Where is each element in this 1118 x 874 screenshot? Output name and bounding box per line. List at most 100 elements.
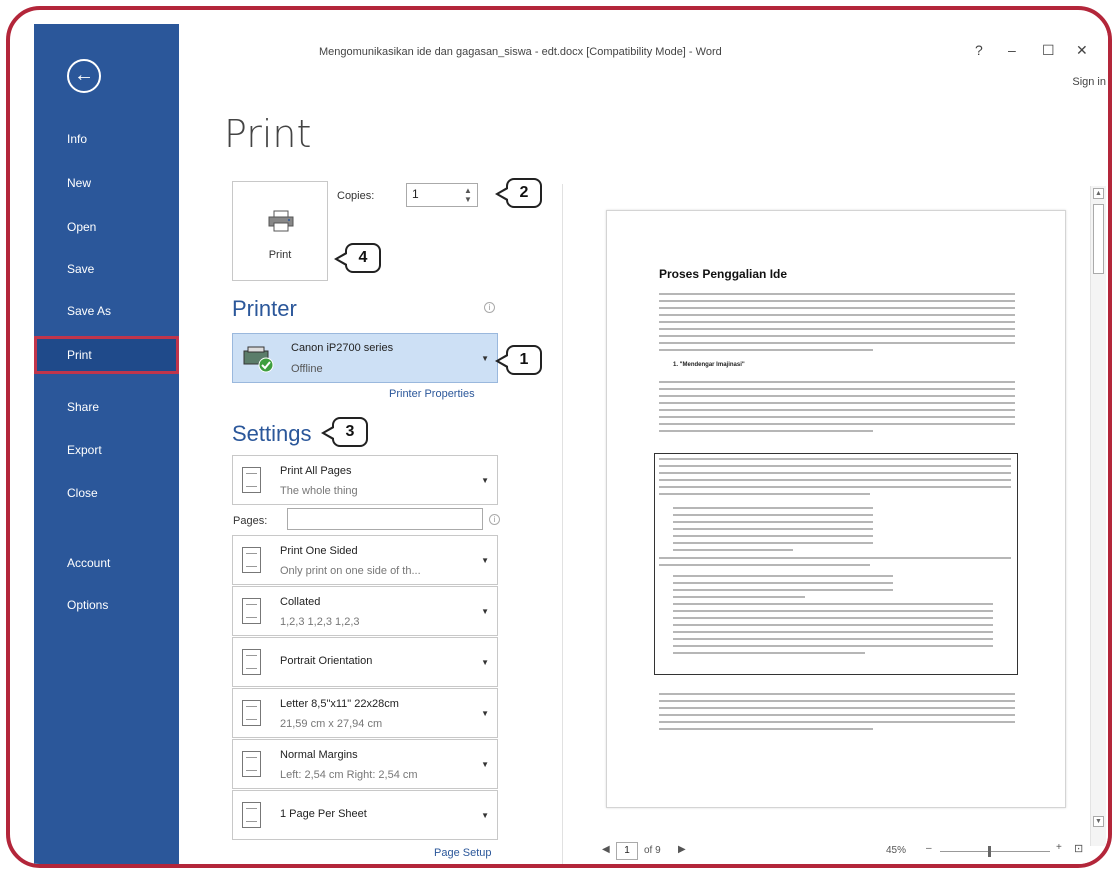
chevron-down-icon: ▼ [481, 709, 489, 718]
doc-text-line [659, 321, 1015, 323]
setting-title: Letter 8,5"x11" 22x28cm [280, 698, 399, 710]
callout-4: 4 [334, 243, 381, 273]
margins-icon [242, 751, 261, 777]
page-title: Print [224, 112, 312, 156]
page-setup-link[interactable]: Page Setup [434, 847, 492, 859]
zoom-to-page-icon[interactable]: ⊡ [1074, 842, 1083, 855]
setting-subtitle: 1,2,3 1,2,3 1,2,3 [280, 616, 360, 628]
page-number-input[interactable]: 1 [616, 842, 638, 860]
title-bar: Mengomunikasikan ide dan gagasan_siswa -… [179, 24, 1108, 64]
setting-title: Portrait Orientation [280, 655, 373, 667]
sidebar-item-export[interactable]: Export [34, 431, 179, 469]
copies-spinner[interactable]: ▲ ▼ [464, 186, 472, 204]
printer-dropdown[interactable]: Canon iP2700 series Offline ▼ [232, 333, 498, 383]
callout-3: 3 [321, 417, 368, 447]
previous-page-icon[interactable]: ◀ [602, 844, 610, 855]
doc-bordered-box [654, 453, 1018, 675]
sidebar-item-open[interactable]: Open [34, 208, 179, 246]
doc-text-line [659, 693, 1015, 695]
chevron-down-icon: ▼ [481, 760, 489, 769]
chevron-down-icon: ▼ [481, 658, 489, 667]
close-button[interactable]: ✕ [1076, 42, 1088, 59]
sidebar-item-options[interactable]: Options [34, 586, 179, 624]
chevron-down-icon: ▼ [481, 811, 489, 820]
chevron-down-icon: ▼ [481, 556, 489, 565]
portrait-icon [242, 649, 261, 675]
print-range-dropdown[interactable]: Print All Pages The whole thing ▼ [232, 455, 498, 505]
doc-text-line [659, 707, 1015, 709]
back-arrow-icon[interactable]: ← [67, 59, 101, 93]
margins-dropdown[interactable]: Normal Margins Left: 2,54 cm Right: 2,54… [232, 739, 498, 789]
sidebar-item-print[interactable]: Print [34, 336, 179, 374]
sidebar-item-close[interactable]: Close [34, 474, 179, 512]
page-count: of 9 [644, 845, 661, 856]
doc-text-line [659, 416, 1015, 418]
callout-2: 2 [495, 178, 542, 208]
pages-input[interactable] [287, 508, 483, 530]
help-button[interactable]: ? [975, 42, 983, 58]
chevron-down-icon: ▼ [481, 607, 489, 616]
chevron-down-icon: ▼ [481, 476, 489, 485]
setting-subtitle: The whole thing [280, 485, 358, 497]
sign-in-link[interactable]: Sign in [1072, 76, 1106, 88]
info-icon[interactable]: i [484, 302, 495, 313]
preview-navigation: ◀ 1 of 9 ▶ 45% – + ⊡ [580, 842, 1100, 864]
maximize-button[interactable]: ☐ [1042, 42, 1055, 59]
pages-icon [242, 467, 261, 493]
printer-status-icon [243, 346, 274, 373]
collated-icon [242, 598, 261, 624]
setting-title: Normal Margins [280, 749, 358, 761]
doc-text-line [659, 409, 1015, 411]
printer-status: Offline [291, 363, 323, 375]
zoom-slider[interactable] [940, 851, 1050, 852]
zoom-out-icon[interactable]: – [926, 843, 932, 854]
doc-text-line [659, 402, 1015, 404]
callout-1: 1 [495, 345, 542, 375]
setting-title: Print One Sided [280, 545, 358, 557]
setting-title: Print All Pages [280, 465, 352, 477]
sidebar-item-save-as[interactable]: Save As [34, 292, 179, 330]
scroll-up-arrow-icon[interactable]: ▲ [1093, 188, 1104, 199]
settings-heading: Settings [232, 421, 312, 446]
scroll-down-arrow-icon[interactable]: ▼ [1093, 816, 1104, 827]
doc-title: Proses Penggalian Ide [659, 267, 788, 281]
print-button-label: Print [268, 249, 292, 261]
doc-text-line [659, 395, 1015, 397]
paper-size-icon [242, 700, 261, 726]
scroll-thumb[interactable] [1093, 204, 1104, 274]
next-page-icon[interactable]: ▶ [678, 844, 686, 855]
collation-dropdown[interactable]: Collated 1,2,3 1,2,3 1,2,3 ▼ [232, 586, 498, 636]
screenshot-frame: ← Info New Open Save Save As Print Share… [6, 6, 1112, 868]
sidebar-item-new[interactable]: New [34, 164, 179, 202]
doc-text-line [659, 328, 1015, 330]
doc-text-line [659, 293, 1015, 295]
minimize-button[interactable]: – [1008, 42, 1016, 58]
sidebar-item-info[interactable]: Info [34, 120, 179, 158]
zoom-slider-thumb[interactable] [988, 846, 991, 857]
doc-text-line [659, 430, 873, 432]
paper-size-dropdown[interactable]: Letter 8,5"x11" 22x28cm 21,59 cm x 27,94… [232, 688, 498, 738]
doc-text-line [659, 314, 1015, 316]
doc-text-line [659, 349, 873, 351]
chevron-down-icon: ▼ [481, 354, 489, 363]
doc-text-line [659, 388, 1015, 390]
doc-text-line [659, 423, 1015, 425]
doc-text-line [659, 721, 1015, 723]
zoom-in-icon[interactable]: + [1056, 842, 1062, 853]
printer-properties-link[interactable]: Printer Properties [389, 388, 475, 400]
doc-text-line [659, 300, 1015, 302]
info-icon[interactable]: i [489, 514, 500, 525]
doc-text-line [659, 700, 1015, 702]
sides-dropdown[interactable]: Print One Sided Only print on one side o… [232, 535, 498, 585]
setting-subtitle: Only print on one side of th... [280, 565, 421, 577]
orientation-dropdown[interactable]: Portrait Orientation ▼ [232, 637, 498, 687]
preview-scrollbar[interactable]: ▲ ▼ [1090, 186, 1106, 846]
sidebar-item-account[interactable]: Account [34, 544, 179, 582]
pages-per-sheet-dropdown[interactable]: 1 Page Per Sheet ▼ [232, 790, 498, 840]
backstage-sidebar: ← Info New Open Save Save As Print Share… [34, 24, 179, 864]
sidebar-item-save[interactable]: Save [34, 250, 179, 288]
sidebar-item-share[interactable]: Share [34, 388, 179, 426]
print-button[interactable]: Print [232, 181, 328, 281]
setting-subtitle: 21,59 cm x 27,94 cm [280, 718, 383, 730]
pages-label: Pages: [233, 515, 268, 527]
